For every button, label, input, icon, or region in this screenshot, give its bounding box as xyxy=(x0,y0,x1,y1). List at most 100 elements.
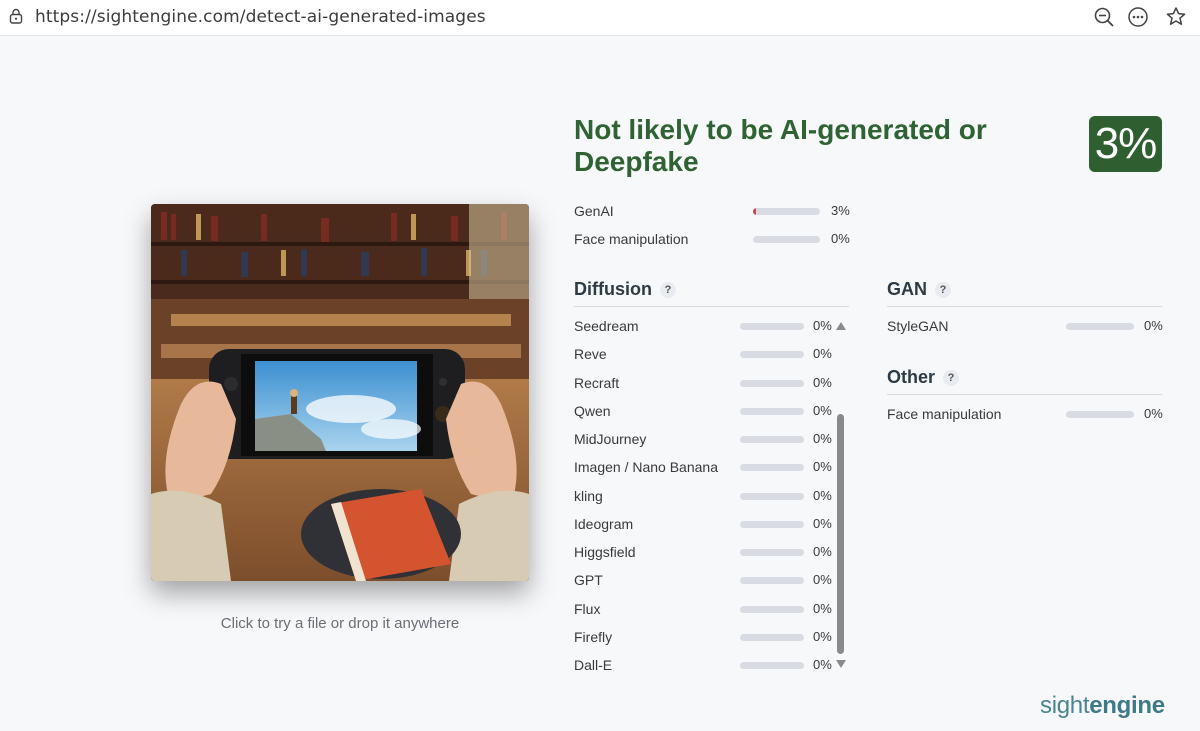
row-value: 0% xyxy=(813,459,832,474)
verdict-title: Not likely to be AI-generated or Deepfak… xyxy=(574,114,1054,178)
row-value: 0% xyxy=(813,346,832,361)
diffusion-row: Ideogram 0% xyxy=(574,515,834,535)
row-label: MidJourney xyxy=(574,431,647,447)
diffusion-row: Imagen / Nano Banana 0% xyxy=(574,458,834,478)
brand-part-2: engine xyxy=(1089,692,1165,719)
other-row-face-manipulation: Face manipulation 0% xyxy=(887,405,1163,425)
row-label: Ideogram xyxy=(574,516,634,532)
diffusion-row: Firefly 0% xyxy=(574,628,834,648)
scroll-up-arrow-icon[interactable] xyxy=(836,322,846,330)
url-field[interactable]: https://sightengine.com/detect-ai-genera… xyxy=(35,7,486,27)
progress-bar xyxy=(740,380,804,387)
progress-bar xyxy=(740,408,804,415)
row-label: Recraft xyxy=(574,375,620,391)
row-label: Qwen xyxy=(574,403,611,419)
diffusion-row: Higgsfield 0% xyxy=(574,543,834,563)
progress-bar xyxy=(1066,323,1134,330)
diffusion-help-icon[interactable]: ? xyxy=(660,282,676,299)
diffusion-row: Flux 0% xyxy=(574,600,834,620)
progress-bar xyxy=(740,323,804,330)
diffusion-row: GPT 0% xyxy=(574,571,834,591)
row-value: 0% xyxy=(813,657,832,672)
handheld-console-photo xyxy=(151,204,529,581)
gan-divider xyxy=(887,306,1162,307)
diffusion-row: Dall-E 0% xyxy=(574,656,834,676)
row-value: 0% xyxy=(813,544,832,559)
other-divider xyxy=(887,394,1162,395)
row-label: StyleGAN xyxy=(887,318,949,334)
row-value: 0% xyxy=(813,318,832,333)
row-value: 0% xyxy=(813,375,832,390)
progress-bar xyxy=(753,236,820,243)
row-value: 0% xyxy=(813,601,832,616)
row-label: Dall-E xyxy=(574,657,613,673)
lock-icon[interactable] xyxy=(9,8,23,24)
diffusion-row: Seedream 0% xyxy=(574,317,834,337)
other-heading: Other? xyxy=(887,367,960,388)
row-value: 0% xyxy=(1144,406,1163,421)
row-value: 0% xyxy=(831,231,850,246)
other-help-icon[interactable]: ? xyxy=(943,370,960,387)
upload-hint[interactable]: Click to try a file or drop it anywhere xyxy=(151,615,529,632)
star-favorite-icon[interactable] xyxy=(1164,5,1188,29)
progress-fill xyxy=(753,208,756,215)
progress-bar xyxy=(753,208,820,215)
progress-bar xyxy=(740,493,804,500)
uploaded-image-preview[interactable] xyxy=(151,204,529,581)
gan-title: GAN xyxy=(887,279,927,299)
diffusion-divider xyxy=(574,306,849,307)
progress-bar xyxy=(740,464,804,471)
verdict-line-1: Not likely to be AI-generated or xyxy=(574,114,987,145)
diffusion-row: Recraft 0% xyxy=(574,374,834,394)
row-label: GPT xyxy=(574,572,603,588)
progress-bar xyxy=(740,662,804,669)
brand-part-1: sight xyxy=(1040,692,1090,719)
progress-bar xyxy=(740,351,804,358)
row-label: Firefly xyxy=(574,629,613,645)
row-label: Flux xyxy=(574,601,601,617)
zoom-out-icon[interactable] xyxy=(1092,5,1116,29)
diffusion-row: Qwen 0% xyxy=(574,402,834,422)
row-label: Face manipulation xyxy=(574,231,689,247)
diffusion-heading: Diffusion? xyxy=(574,279,676,300)
row-label: Higgsfield xyxy=(574,544,636,560)
other-title: Other xyxy=(887,367,936,387)
row-value: 0% xyxy=(1144,318,1163,333)
gan-row-stylegan: StyleGAN 0% xyxy=(887,317,1163,337)
diffusion-row: Reve 0% xyxy=(574,345,834,365)
row-value: 0% xyxy=(813,629,832,644)
progress-bar xyxy=(740,549,804,556)
row-value: 0% xyxy=(813,431,832,446)
progress-bar xyxy=(740,577,804,584)
scroll-down-arrow-icon[interactable] xyxy=(836,660,846,668)
row-value: 0% xyxy=(813,516,832,531)
diffusion-row: kling 0% xyxy=(574,487,834,507)
progress-bar xyxy=(740,521,804,528)
overall-score-badge: 3% xyxy=(1089,116,1162,172)
row-value: 0% xyxy=(813,403,832,418)
row-label: GenAI xyxy=(574,203,614,219)
row-label: kling xyxy=(574,488,603,504)
progress-bar xyxy=(740,634,804,641)
scrollbar-thumb[interactable] xyxy=(837,414,844,654)
row-value: 3% xyxy=(831,203,850,218)
progress-bar xyxy=(740,606,804,613)
row-label: Reve xyxy=(574,346,607,362)
verdict-line-2: Deepfake xyxy=(574,146,699,177)
browser-address-bar: https://sightengine.com/detect-ai-genera… xyxy=(0,0,1200,36)
row-value: 0% xyxy=(813,572,832,587)
diffusion-title: Diffusion xyxy=(574,279,652,299)
gan-heading: GAN? xyxy=(887,279,951,300)
progress-bar xyxy=(1066,411,1134,418)
summary-row-genai: GenAI 3% xyxy=(574,202,864,222)
diffusion-row: MidJourney 0% xyxy=(574,430,834,450)
row-label: Imagen / Nano Banana xyxy=(574,459,718,475)
gan-help-icon[interactable]: ? xyxy=(935,282,951,299)
summary-row-face-manipulation: Face manipulation 0% xyxy=(574,230,864,250)
row-value: 0% xyxy=(813,488,832,503)
progress-bar xyxy=(740,436,804,443)
row-label: Face manipulation xyxy=(887,406,1002,422)
row-label: Seedream xyxy=(574,318,639,334)
more-options-icon[interactable] xyxy=(1126,5,1150,29)
sightengine-logo[interactable]: sightengine xyxy=(1040,692,1165,720)
